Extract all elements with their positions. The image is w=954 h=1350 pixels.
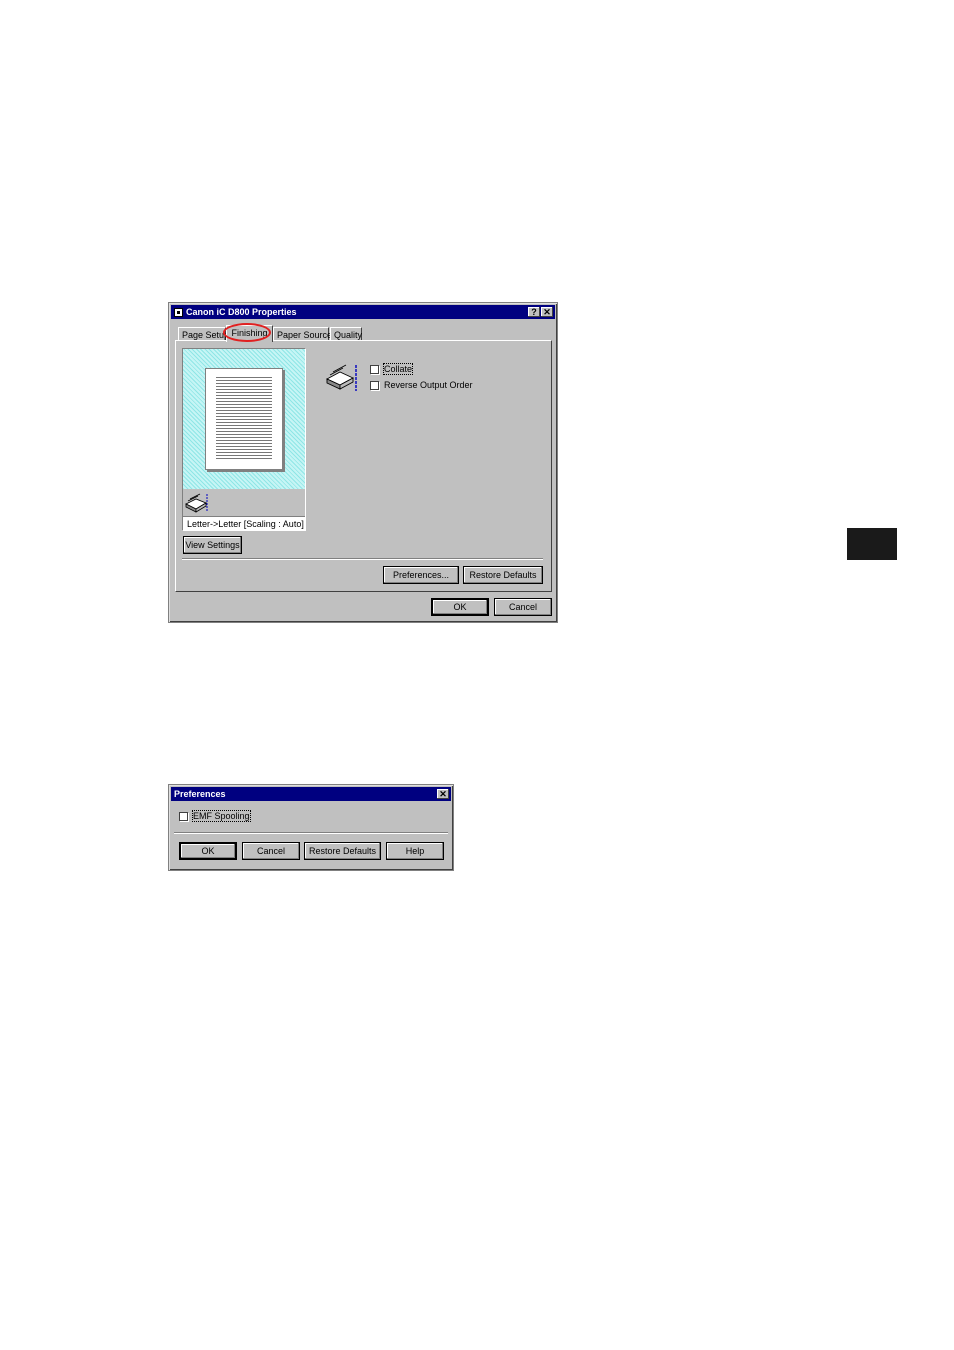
printer-icon [185,493,208,513]
page-side-tab [847,528,897,560]
preview-page [205,368,283,470]
preferences-title: Preferences [174,789,226,799]
preferences-separator [174,832,448,834]
restore-defaults-button[interactable]: Restore Defaults [463,566,543,584]
collate-label[interactable]: Collate [382,363,414,375]
preview-status: Letter->Letter [Scaling : Auto] [183,516,305,530]
properties-title: Canon iC D800 Properties [186,307,297,317]
ok-button[interactable]: OK [431,598,489,616]
preview-text-lines [216,377,272,461]
help-icon[interactable]: ? [528,307,540,317]
preferences-cancel-button[interactable]: Cancel [242,842,300,860]
printer-app-icon [174,308,183,317]
preferences-button[interactable]: Preferences... [383,566,459,584]
view-settings-button[interactable]: View Settings [183,536,242,554]
tab-paper-source[interactable]: Paper Source [273,327,332,341]
cancel-button[interactable]: Cancel [494,598,552,616]
collate-checkbox[interactable] [370,365,379,374]
preferences-restore-defaults-button[interactable]: Restore Defaults [304,842,381,860]
properties-titlebar[interactable]: Canon iC D800 Properties ? ✕ [171,305,555,319]
tab-quality[interactable]: Quality [330,327,362,341]
finishing-printer-icon [325,364,357,391]
emf-spooling-checkbox[interactable] [179,812,188,821]
reverse-output-checkbox[interactable] [370,381,379,390]
tab-page-setup[interactable]: Page Setup [178,327,229,341]
preferences-help-button[interactable]: Help [386,842,444,860]
close-icon[interactable]: ✕ [541,307,553,317]
preferences-close-icon[interactable]: ✕ [437,789,449,799]
emf-spooling-label[interactable]: EMF Spooling [192,810,251,822]
panel-separator [182,558,543,560]
preferences-titlebar[interactable]: Preferences ✕ [171,787,451,801]
preferences-ok-button[interactable]: OK [179,842,237,860]
highlight-oval [223,323,271,342]
reverse-output-label[interactable]: Reverse Output Order [384,380,473,390]
